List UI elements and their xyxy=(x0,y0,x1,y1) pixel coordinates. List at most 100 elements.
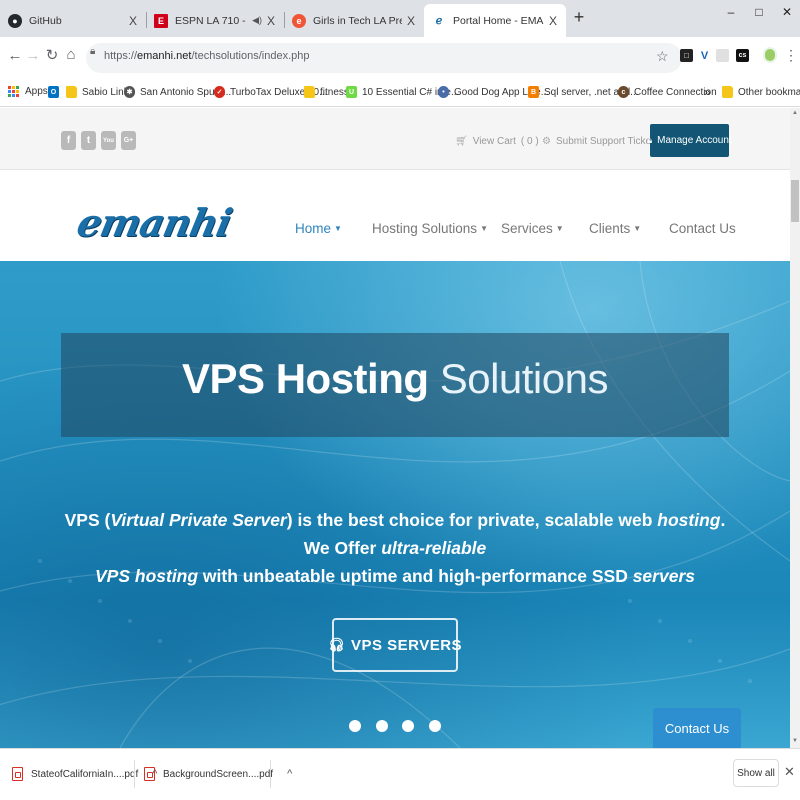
menu-kebab-icon[interactable]: ⋮ xyxy=(784,47,798,64)
site-logo[interactable]: emanhi xyxy=(73,200,235,245)
scrollbar-thumb[interactable] xyxy=(791,180,799,222)
tab-title: Girls in Tech LA Presents: Spring xyxy=(313,14,402,27)
caret-down-icon: ▼ xyxy=(334,224,342,233)
nav-clients[interactable]: Clients ▼ xyxy=(589,221,641,236)
extension-icon[interactable] xyxy=(716,49,729,62)
github-icon: ● xyxy=(8,13,22,28)
tab-title: ESPN LA 710 - Los Angeles xyxy=(175,14,249,27)
facebook-icon[interactable]: f xyxy=(61,131,76,150)
upwork-icon: U xyxy=(346,86,357,98)
tab-girls-in-tech[interactable]: e Girls in Tech LA Presents: Spring X xyxy=(284,4,424,37)
ticket-icon: ⚙︎ xyxy=(542,136,551,147)
nav-label: Contact Us xyxy=(669,221,736,236)
reload-icon[interactable]: ↻ xyxy=(43,46,61,64)
hero-title-strong: VPS Hosting xyxy=(182,355,429,402)
tab-close-icon[interactable]: X xyxy=(406,14,416,28)
extension-v-icon[interactable]: V xyxy=(698,49,711,62)
view-cart-label: View Cart xyxy=(472,136,516,147)
bookmark-apps[interactable]: Apps xyxy=(8,86,48,97)
profile-avatar-icon[interactable] xyxy=(763,47,777,63)
headset-icon: 🎧︎ xyxy=(327,637,345,652)
manage-account-button[interactable]: 🔒︎ Manage Account xyxy=(647,124,732,157)
tab-close-icon[interactable]: X xyxy=(266,14,276,28)
tab-title: GitHub xyxy=(29,14,62,27)
vps-servers-button[interactable]: 🎧︎ VPS SERVERS xyxy=(328,618,462,672)
tab-title: Portal Home - EMANHI DIGITAL xyxy=(453,14,544,27)
carousel-dot[interactable] xyxy=(349,720,361,732)
bookmark-label: Apps xyxy=(25,86,48,97)
espn-icon: E xyxy=(154,13,168,28)
bookmark-coffee[interactable]: c Coffee Connection xyxy=(618,86,717,98)
extension-icon[interactable]: □ xyxy=(680,49,693,62)
folder-icon xyxy=(722,86,733,98)
nav-contact-us[interactable]: Contact Us xyxy=(669,221,736,236)
home-icon[interactable]: ⌂ xyxy=(62,46,80,63)
scroll-up-arrow-icon[interactable]: ▲ xyxy=(790,110,800,116)
bookmark-star-icon[interactable]: ☆ xyxy=(656,48,669,65)
manage-account-label: Manage Account xyxy=(657,135,732,146)
chevron-up-icon[interactable]: ^ xyxy=(287,768,292,780)
folder-icon xyxy=(66,86,77,98)
bookmark-other[interactable]: Other bookmarks xyxy=(722,86,800,98)
nav-services[interactable]: Services ▼ xyxy=(501,221,564,236)
tab-close-icon[interactable]: X xyxy=(548,14,558,28)
nav-label: Home xyxy=(295,221,332,236)
carousel-dot[interactable] xyxy=(402,720,414,732)
cart-count: ( 0 ) xyxy=(520,136,539,147)
tab-espn[interactable]: E ESPN LA 710 - Los Angeles ◀) X xyxy=(146,4,284,37)
download-item[interactable]: StateofCaliforniaIn....pdf ^ xyxy=(12,760,157,788)
bookmarks-overflow-chevron-icon[interactable]: » xyxy=(704,85,711,99)
apps-grid-icon xyxy=(8,86,19,97)
caret-down-icon: ▼ xyxy=(480,224,488,233)
bookmark-fitness[interactable]: fitness xyxy=(304,86,349,98)
close-window-button[interactable]: ✕ xyxy=(774,5,800,19)
contact-us-tab[interactable]: Contact Us xyxy=(653,708,741,748)
google-plus-icon[interactable]: G+ xyxy=(121,131,136,150)
forward-arrow-icon[interactable]: → xyxy=(24,47,42,64)
portal-icon: ℯ xyxy=(432,13,446,28)
minimize-button[interactable]: – xyxy=(718,5,744,19)
submit-ticket-link[interactable]: ⚙︎ Submit Support Ticket xyxy=(542,136,654,147)
turbotax-icon: ✓ xyxy=(214,86,225,98)
vps-servers-label: VPS SERVERS xyxy=(350,636,463,654)
pin-icon: • xyxy=(438,86,449,98)
tab-github[interactable]: ● GitHub X xyxy=(0,4,146,37)
view-cart-link[interactable]: 🛒︎ View Cart ( 0 ) xyxy=(455,136,539,147)
hero-title-light: Solutions xyxy=(439,355,609,402)
blogger-icon: B xyxy=(528,86,539,98)
caret-down-icon: ▼ xyxy=(555,224,564,233)
spurs-icon: ✱ xyxy=(124,86,135,98)
bookmark-outlook[interactable]: O xyxy=(48,86,64,98)
coffee-icon: c xyxy=(618,86,629,98)
url-text[interactable]: https://emanhi.net/techsolutions/index.p… xyxy=(104,50,310,62)
nav-label: Clients xyxy=(589,221,631,236)
nav-home[interactable]: Home ▼ xyxy=(295,221,342,236)
nav-label: Hosting Solutions xyxy=(372,221,478,236)
tab-close-icon[interactable]: X xyxy=(128,14,138,28)
back-arrow-icon[interactable]: ← xyxy=(6,47,24,64)
youtube-icon[interactable]: You xyxy=(101,131,116,150)
tab-portal-home[interactable]: ℯ Portal Home - EMANHI DIGITAL X xyxy=(424,4,566,37)
show-all-button[interactable]: Show all xyxy=(733,759,779,787)
new-tab-button[interactable]: + xyxy=(568,7,590,28)
scroll-down-arrow-icon[interactable]: ▼ xyxy=(790,738,800,744)
pdf-file-icon xyxy=(12,767,23,781)
close-download-shelf-icon[interactable]: ✕ xyxy=(784,764,795,780)
hero-title: VPS Hosting Solutions xyxy=(61,355,729,403)
carousel-dot[interactable] xyxy=(376,720,388,732)
bookmark-label: Other bookmarks xyxy=(738,86,800,98)
nav-label: Services xyxy=(501,221,553,236)
caret-down-icon: ▼ xyxy=(633,224,642,233)
extension-cs-icon[interactable]: cs xyxy=(736,49,749,62)
speaker-icon[interactable]: ◀) xyxy=(252,15,262,26)
maximize-button[interactable]: □ xyxy=(746,5,772,19)
carousel-dot[interactable] xyxy=(429,720,441,732)
nav-hosting-solutions[interactable]: Hosting Solutions ▼ xyxy=(372,221,488,236)
hero-description: VPS (Virtual Private Server) is the best… xyxy=(64,510,726,586)
bookmark-label: fitness xyxy=(320,86,349,98)
pdf-file-icon xyxy=(144,767,155,781)
outlook-icon: O xyxy=(48,86,59,98)
lock-icon: 🔒︎ xyxy=(647,135,653,145)
lock-icon[interactable]: 🔒︎ xyxy=(90,46,95,57)
twitter-icon[interactable]: t xyxy=(81,131,96,150)
